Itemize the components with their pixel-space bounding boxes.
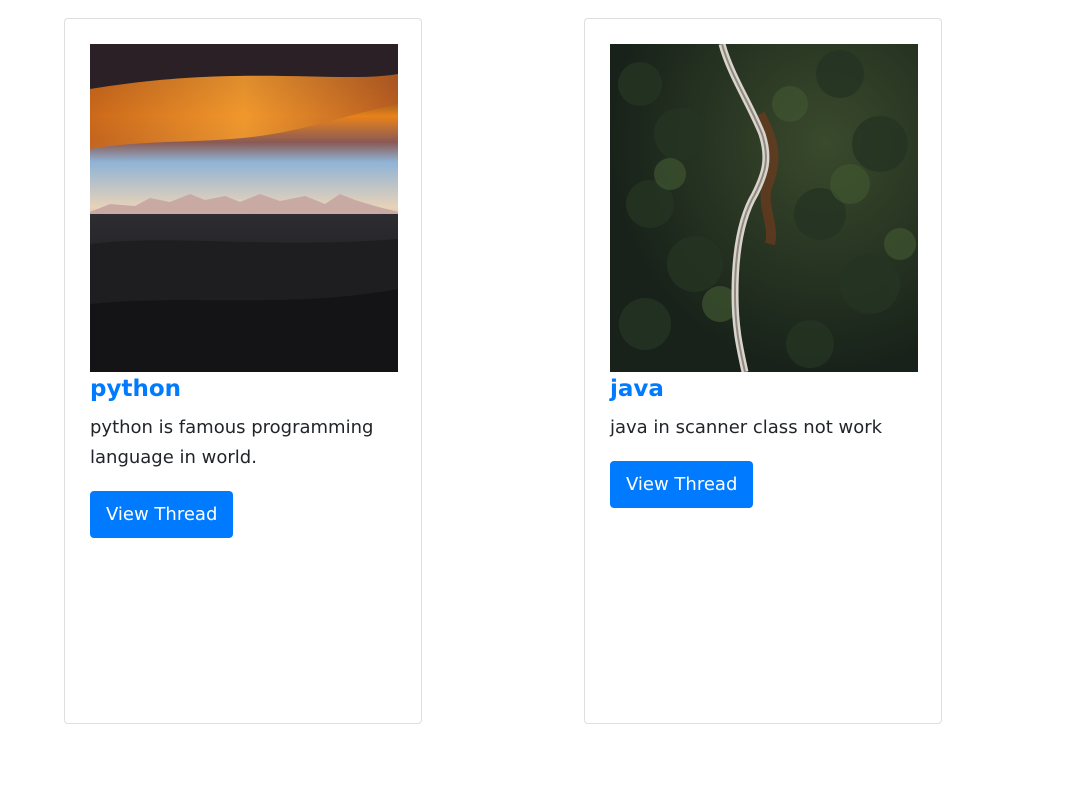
- thread-card-java: java java in scanner class not work View…: [584, 18, 942, 724]
- thread-description: python is famous programming language in…: [90, 417, 374, 468]
- thread-title[interactable]: python: [90, 372, 398, 413]
- mountain-sunset-image: [90, 44, 398, 372]
- view-thread-button[interactable]: View Thread: [90, 491, 234, 538]
- thread-title[interactable]: java: [610, 372, 918, 413]
- thread-card-python: python python is famous programming lang…: [64, 18, 422, 724]
- card-body: python python is famous programming lang…: [90, 44, 398, 538]
- threads-page: python python is famous programming lang…: [0, 0, 1087, 806]
- card-body: java java in scanner class not work View…: [610, 44, 918, 508]
- thread-description: java in scanner class not work: [610, 417, 883, 438]
- forest-road-image: [610, 44, 918, 372]
- view-thread-button[interactable]: View Thread: [610, 461, 754, 508]
